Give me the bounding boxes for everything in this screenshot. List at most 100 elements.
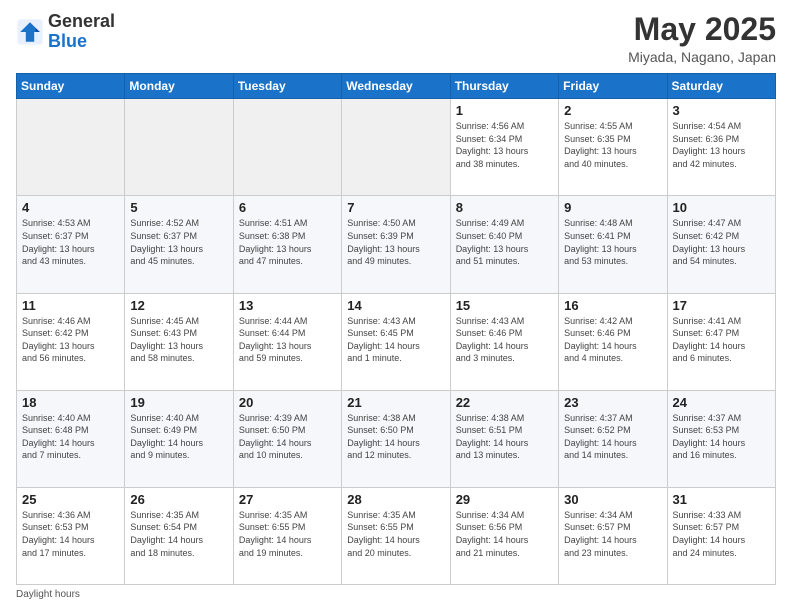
day-info: Sunrise: 4:35 AM Sunset: 6:55 PM Dayligh…	[239, 509, 336, 559]
calendar-cell-w2-d4: 8Sunrise: 4:49 AM Sunset: 6:40 PM Daylig…	[450, 196, 558, 293]
logo-icon	[16, 18, 44, 46]
day-info: Sunrise: 4:35 AM Sunset: 6:54 PM Dayligh…	[130, 509, 227, 559]
day-info: Sunrise: 4:47 AM Sunset: 6:42 PM Dayligh…	[673, 217, 770, 267]
day-number: 27	[239, 492, 336, 507]
day-number: 22	[456, 395, 553, 410]
day-number: 1	[456, 103, 553, 118]
day-info: Sunrise: 4:35 AM Sunset: 6:55 PM Dayligh…	[347, 509, 444, 559]
calendar-cell-w4-d1: 19 Sunrise: 4:40 AM Sunset: 6:49 PM Dayli…	[125, 390, 233, 487]
day-number: 29	[456, 492, 553, 507]
footer-note: Daylight hours	[16, 589, 776, 600]
calendar-cell-w2-d0: 4 Sunrise: 4:53 AM Sunset: 6:37 PM Daylig…	[17, 196, 125, 293]
day-info: Sunrise: 4:40 AM Sunset: 6:48 PM Dayligh…	[22, 412, 119, 462]
day-number: 21	[347, 395, 444, 410]
day-number: 12	[130, 298, 227, 313]
calendar-cell-w1-d1	[125, 99, 233, 196]
logo-line2: Blue	[48, 32, 115, 52]
day-number: 28	[347, 492, 444, 507]
day-info: Sunrise: 4:40 AM Sunset: 6:49 PM Dayligh…	[130, 412, 227, 462]
calendar-cell-w3-d1: 12 Sunrise: 4:45 AM Sunset: 6:43 PM Dayli…	[125, 293, 233, 390]
calendar-cell-w5-d4: 29 Sunrise: 4:34 AM Sunset: 6:56 PM Dayli…	[450, 487, 558, 584]
day-info: Sunrise: 4:42 AM Sunset: 6:46 PM Dayligh…	[564, 315, 661, 365]
day-info: Sunrise: 4:45 AM Sunset: 6:43 PM Dayligh…	[130, 315, 227, 365]
day-info: Sunrise: 4:37 AM Sunset: 6:52 PM Dayligh…	[564, 412, 661, 462]
day-number: 7	[347, 200, 444, 215]
day-number: 30	[564, 492, 661, 507]
day-number: 23	[564, 395, 661, 410]
day-info: Sunrise: 4:39 AM Sunset: 6:50 PM Dayligh…	[239, 412, 336, 462]
month-title: May 2025	[628, 12, 776, 47]
calendar-cell-w4-d3: 21 Sunrise: 4:38 AM Sunset: 6:50 PM Dayli…	[342, 390, 450, 487]
day-info: Sunrise: 4:43 AM Sunset: 6:46 PM Dayligh…	[456, 315, 553, 365]
calendar-cell-w2-d5: 9Sunrise: 4:48 AM Sunset: 6:41 PM Daylig…	[559, 196, 667, 293]
calendar-cell-w1-d4: 1 Sunrise: 4:56 AM Sunset: 6:34 PM Daylig…	[450, 99, 558, 196]
day-number: 6	[239, 200, 336, 215]
day-info: Sunrise: 4:52 AM Sunset: 6:37 PM Dayligh…	[130, 217, 227, 267]
day-info: Sunrise: 4:38 AM Sunset: 6:50 PM Dayligh…	[347, 412, 444, 462]
day-number: 25	[22, 492, 119, 507]
calendar-cell-w4-d6: 24Sunrise: 4:37 AM Sunset: 6:53 PM Dayli…	[667, 390, 775, 487]
location: Miyada, Nagano, Japan	[628, 49, 776, 65]
day-number: 31	[673, 492, 770, 507]
day-number: 15	[456, 298, 553, 313]
day-info: Sunrise: 4:53 AM Sunset: 6:37 PM Dayligh…	[22, 217, 119, 267]
daylight-hours-label: Daylight hours	[16, 589, 80, 600]
calendar-table: Sunday Monday Tuesday Wednesday Thursday…	[16, 73, 776, 585]
col-wednesday: Wednesday	[342, 74, 450, 99]
calendar-cell-w5-d2: 27 Sunrise: 4:35 AM Sunset: 6:55 PM Dayli…	[233, 487, 341, 584]
day-number: 17	[673, 298, 770, 313]
col-monday: Monday	[125, 74, 233, 99]
day-number: 10	[673, 200, 770, 215]
day-number: 20	[239, 395, 336, 410]
page-header: General Blue May 2025 Miyada, Nagano, Ja…	[16, 12, 776, 65]
day-number: 2	[564, 103, 661, 118]
day-info: Sunrise: 4:54 AM Sunset: 6:36 PM Dayligh…	[673, 120, 770, 170]
calendar-cell-w3-d4: 15 Sunrise: 4:43 AM Sunset: 6:46 PM Dayli…	[450, 293, 558, 390]
day-info: Sunrise: 4:34 AM Sunset: 6:56 PM Dayligh…	[456, 509, 553, 559]
day-info: Sunrise: 4:41 AM Sunset: 6:47 PM Dayligh…	[673, 315, 770, 365]
page-container: General Blue May 2025 Miyada, Nagano, Ja…	[0, 0, 792, 612]
week-row-3: 11 Sunrise: 4:46 AM Sunset: 6:42 PM Dayli…	[17, 293, 776, 390]
col-saturday: Saturday	[667, 74, 775, 99]
day-info: Sunrise: 4:43 AM Sunset: 6:45 PM Dayligh…	[347, 315, 444, 365]
col-sunday: Sunday	[17, 74, 125, 99]
calendar-cell-w5-d3: 28 Sunrise: 4:35 AM Sunset: 6:55 PM Dayli…	[342, 487, 450, 584]
day-number: 14	[347, 298, 444, 313]
day-info: Sunrise: 4:51 AM Sunset: 6:38 PM Dayligh…	[239, 217, 336, 267]
col-thursday: Thursday	[450, 74, 558, 99]
day-number: 3	[673, 103, 770, 118]
day-info: Sunrise: 4:46 AM Sunset: 6:42 PM Dayligh…	[22, 315, 119, 365]
calendar-cell-w2-d2: 6 Sunrise: 4:51 AM Sunset: 6:38 PM Daylig…	[233, 196, 341, 293]
day-number: 11	[22, 298, 119, 313]
day-number: 24	[673, 395, 770, 410]
col-friday: Friday	[559, 74, 667, 99]
calendar-header-row: Sunday Monday Tuesday Wednesday Thursday…	[17, 74, 776, 99]
calendar-cell-w3-d3: 14 Sunrise: 4:43 AM Sunset: 6:45 PM Dayli…	[342, 293, 450, 390]
day-number: 5	[130, 200, 227, 215]
calendar-cell-w1-d0	[17, 99, 125, 196]
calendar-cell-w2-d6: 10 Sunrise: 4:47 AM Sunset: 6:42 PM Dayli…	[667, 196, 775, 293]
logo: General Blue	[16, 12, 115, 52]
day-info: Sunrise: 4:38 AM Sunset: 6:51 PM Dayligh…	[456, 412, 553, 462]
calendar-cell-w1-d2	[233, 99, 341, 196]
calendar-cell-w5-d6: 31Sunrise: 4:33 AM Sunset: 6:57 PM Dayli…	[667, 487, 775, 584]
calendar-cell-w3-d0: 11 Sunrise: 4:46 AM Sunset: 6:42 PM Dayli…	[17, 293, 125, 390]
day-info: Sunrise: 4:56 AM Sunset: 6:34 PM Dayligh…	[456, 120, 553, 170]
calendar-cell-w5-d1: 26Sunrise: 4:35 AM Sunset: 6:54 PM Dayli…	[125, 487, 233, 584]
week-row-1: 1 Sunrise: 4:56 AM Sunset: 6:34 PM Daylig…	[17, 99, 776, 196]
calendar-cell-w3-d2: 13Sunrise: 4:44 AM Sunset: 6:44 PM Dayli…	[233, 293, 341, 390]
day-info: Sunrise: 4:44 AM Sunset: 6:44 PM Dayligh…	[239, 315, 336, 365]
calendar-cell-w1-d3	[342, 99, 450, 196]
week-row-2: 4 Sunrise: 4:53 AM Sunset: 6:37 PM Daylig…	[17, 196, 776, 293]
day-info: Sunrise: 4:55 AM Sunset: 6:35 PM Dayligh…	[564, 120, 661, 170]
week-row-5: 25Sunrise: 4:36 AM Sunset: 6:53 PM Dayli…	[17, 487, 776, 584]
day-number: 4	[22, 200, 119, 215]
calendar-cell-w1-d6: 3 Sunrise: 4:54 AM Sunset: 6:36 PM Daylig…	[667, 99, 775, 196]
calendar-cell-w2-d1: 5 Sunrise: 4:52 AM Sunset: 6:37 PM Daylig…	[125, 196, 233, 293]
calendar-cell-w4-d5: 23 Sunrise: 4:37 AM Sunset: 6:52 PM Dayli…	[559, 390, 667, 487]
title-block: May 2025 Miyada, Nagano, Japan	[628, 12, 776, 65]
day-number: 8	[456, 200, 553, 215]
calendar-cell-w4-d4: 22 Sunrise: 4:38 AM Sunset: 6:51 PM Dayli…	[450, 390, 558, 487]
calendar-cell-w5-d5: 30Sunrise: 4:34 AM Sunset: 6:57 PM Dayli…	[559, 487, 667, 584]
day-number: 19	[130, 395, 227, 410]
